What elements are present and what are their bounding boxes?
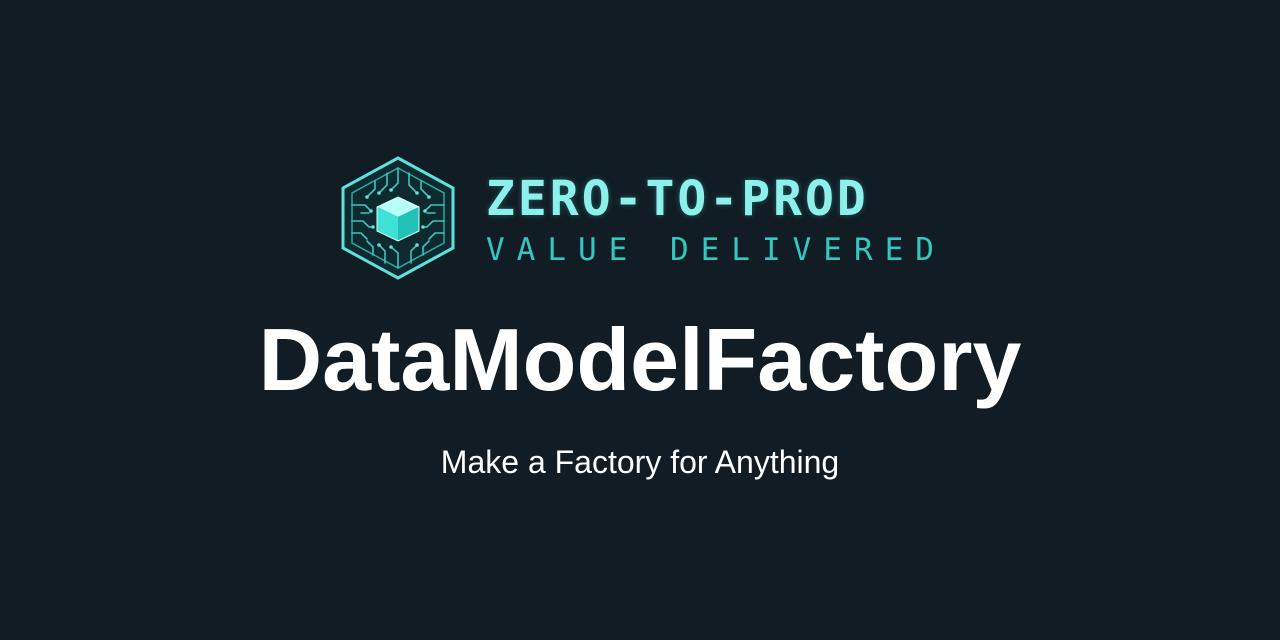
page-subtitle: Make a Factory for Anything — [440, 444, 840, 480]
page-title: DataModelFactory — [258, 310, 1022, 409]
circuit-hexagon-cube-icon — [341, 156, 455, 280]
brand-tagline: VALUE DELIVERED — [486, 232, 946, 268]
brand-lockup: ZERO-TO-PROD VALUE DELIVERED — [339, 155, 949, 281]
brand-name: ZERO-TO-PROD — [486, 171, 869, 227]
